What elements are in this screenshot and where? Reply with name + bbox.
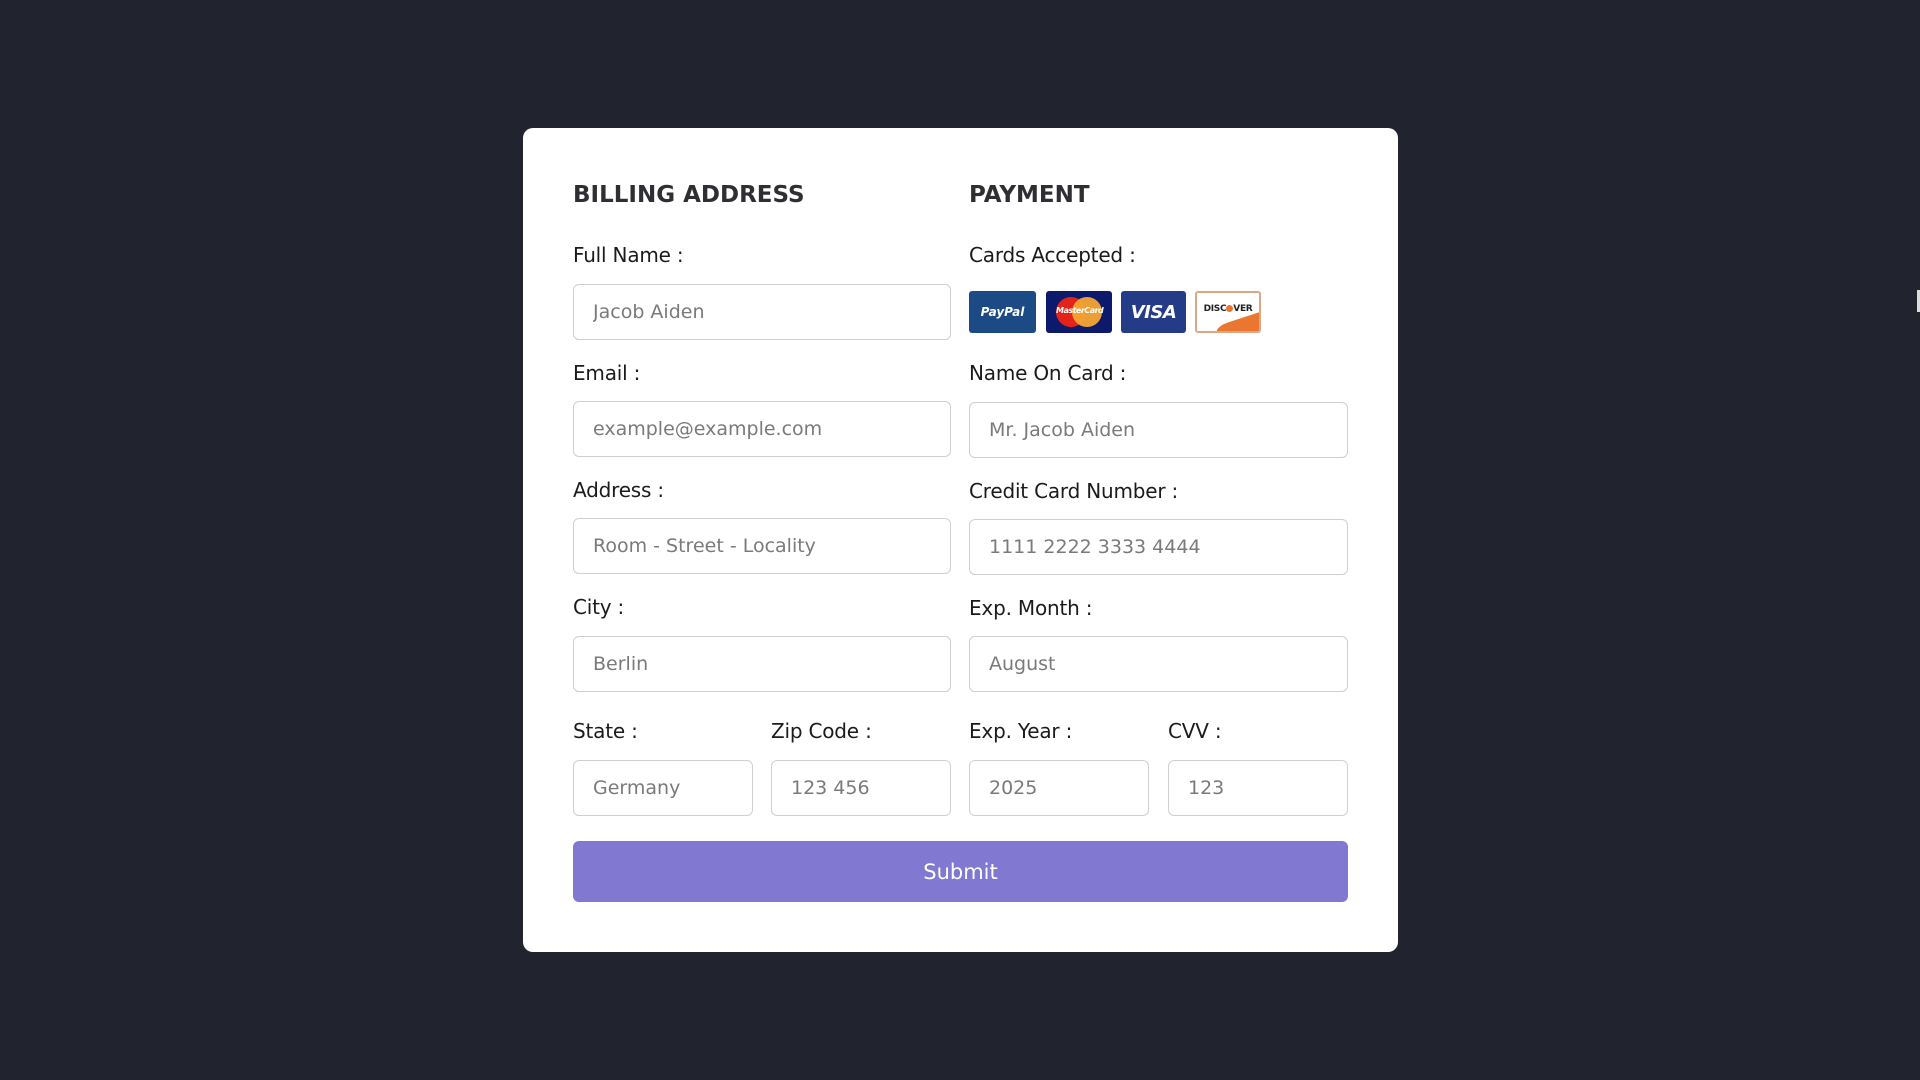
- discover-icon: DISC VER: [1195, 291, 1261, 333]
- checkout-form-card: BILLING ADDRESS Full Name : Email : Addr…: [523, 128, 1398, 952]
- discover-logo-text: DISC VER: [1203, 304, 1253, 314]
- full-name-input[interactable]: [573, 284, 951, 340]
- exp-month-label: Exp. Month :: [969, 596, 1093, 620]
- city-input[interactable]: [573, 636, 951, 692]
- credit-card-number-label: Credit Card Number :: [969, 479, 1179, 503]
- city-label: City :: [573, 595, 625, 619]
- submit-button[interactable]: Submit: [573, 841, 1348, 902]
- zip-code-input[interactable]: [771, 760, 951, 816]
- name-on-card-label: Name On Card :: [969, 361, 1127, 385]
- mastercard-icon: MasterCard: [1046, 291, 1112, 333]
- cvv-input[interactable]: [1168, 760, 1348, 816]
- address-input[interactable]: [573, 518, 951, 574]
- billing-address-heading: BILLING ADDRESS: [573, 182, 805, 208]
- paypal-logo-text: PayPal: [980, 305, 1025, 319]
- exp-year-label: Exp. Year :: [969, 719, 1073, 743]
- full-name-label: Full Name :: [573, 243, 684, 267]
- email-label: Email :: [573, 361, 641, 385]
- credit-card-number-input[interactable]: [969, 519, 1348, 575]
- discover-dot: [1226, 304, 1234, 312]
- payment-heading: PAYMENT: [969, 182, 1090, 208]
- address-label: Address :: [573, 478, 664, 502]
- exp-year-input[interactable]: [969, 760, 1149, 816]
- name-on-card-input[interactable]: [969, 402, 1348, 458]
- cards-accepted-label: Cards Accepted :: [969, 243, 1136, 267]
- visa-logo-text: VISA: [1130, 301, 1177, 323]
- state-label: State :: [573, 719, 638, 743]
- visa-icon: VISA: [1121, 291, 1186, 333]
- zip-code-label: Zip Code :: [771, 719, 872, 743]
- mastercard-logo-text: MasterCard: [1056, 306, 1104, 315]
- discover-swoosh: [1215, 312, 1259, 331]
- state-input[interactable]: [573, 760, 753, 816]
- exp-month-input[interactable]: [969, 636, 1348, 692]
- cvv-label: CVV :: [1168, 719, 1222, 743]
- email-input[interactable]: [573, 401, 951, 457]
- paypal-icon: PayPal: [969, 291, 1036, 333]
